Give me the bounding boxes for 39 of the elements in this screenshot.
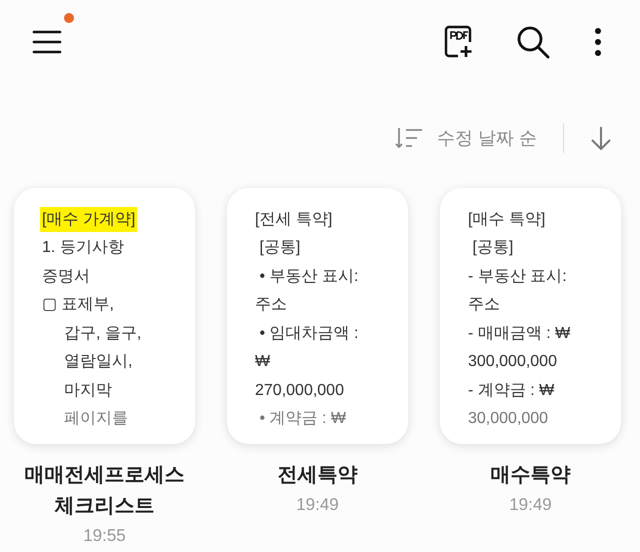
menu-icon — [32, 29, 62, 55]
note-text: 갑구, 을구, — [64, 324, 142, 344]
note-text: 증명서 — [42, 266, 90, 287]
sort-icon — [394, 126, 423, 150]
note-text: 30,000,000 — [468, 409, 548, 430]
note-card[interactable]: [매수 특약] [공통] - 부동산 표시: 주소 - 매매금액 : ₩ 300,000,000 - 계약금 : ₩ 30,000,000 — [440, 188, 621, 444]
note-text: - 부동산 표시: — [468, 266, 567, 287]
note-text: 300,000,000 — [468, 352, 557, 372]
note-text: • 부동산 표시: — [258, 266, 358, 287]
note-text: 1. 등기사항 — [42, 238, 124, 258]
note-text: 열람일시, — [64, 352, 132, 372]
note-text: • 계약금 : ₩ — [258, 409, 346, 430]
note-text: 페이지를 — [64, 409, 128, 430]
note-text: [전세 특약] — [255, 210, 332, 230]
note-time: 19:49 — [296, 494, 339, 516]
note-text: [공통] — [471, 238, 514, 258]
note-text: [매수 특약] — [468, 210, 546, 230]
note-title: 매매전세프로세스 체크리스트 — [24, 463, 186, 519]
search-icon[interactable] — [516, 25, 550, 59]
note-text: [공통] — [258, 238, 300, 258]
note-title: 전세특약 — [276, 463, 358, 488]
note-time: 19:49 — [509, 494, 552, 516]
note-text: 270,000,000 — [255, 380, 344, 401]
note-title: 매수특약 — [490, 463, 572, 488]
note-text: - 매매금액 : ₩ — [468, 324, 570, 344]
pdf-add-icon[interactable] — [444, 25, 474, 59]
note-card[interactable]: [매수 가계약] 1. 등기사항 증명서 ▢ 표제부, 갑구, 을구, 열람일시, 마지막 페이지를 — [14, 188, 195, 444]
more-icon[interactable] — [594, 27, 602, 57]
note-text: [매수 가계약] — [40, 206, 138, 232]
note-text: • 임대차금액 : — [258, 324, 358, 344]
note-text: - 계약금 : ₩ — [468, 380, 554, 401]
note-text: 주소 — [255, 295, 287, 316]
note-text: 마지막 — [64, 380, 112, 401]
note-time: 19:55 — [83, 525, 126, 547]
arrow-down-icon[interactable] — [590, 125, 612, 151]
note-text: 주소 — [468, 295, 500, 316]
note-card[interactable]: [전세 특약] [공통] • 부동산 표시: 주소 • 임대차금액 : ₩ 270,000,000 • 계약금 : ₩ — [227, 188, 408, 444]
note-text: ▢ 표제부, — [42, 295, 114, 316]
note-text: ₩ — [255, 352, 270, 372]
